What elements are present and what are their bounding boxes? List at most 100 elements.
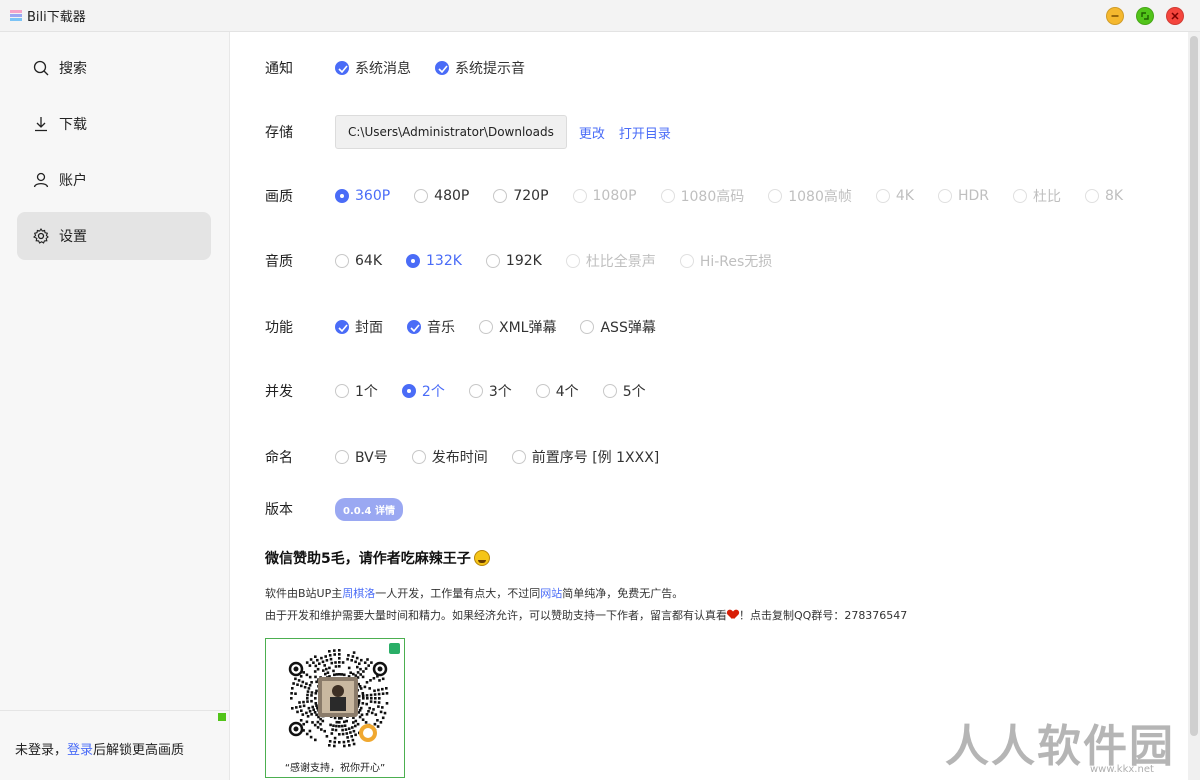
concurrency-label: 并发	[265, 384, 293, 400]
radio-empty-icon	[335, 450, 349, 464]
naming-radio-group: BV号 发布时间 前置序号 [例 1XXX]	[335, 447, 683, 467]
notify-label: 通知	[265, 61, 293, 77]
change-path-link[interactable]: 更改	[579, 123, 605, 142]
concurrency-option-0[interactable]: 1个	[335, 381, 378, 401]
radio-empty-icon	[602, 384, 617, 398]
audio-label: 音质	[265, 254, 293, 270]
search-icon	[33, 60, 49, 76]
feature-option-2[interactable]: XML弹幕	[479, 317, 556, 337]
quality-option-8: 杜比	[1013, 186, 1061, 206]
radio-selected-icon	[401, 384, 416, 398]
quality-radio-group: 360P 480P 720P 1080P 1080高码 1080高帧 4K HDR 杜比 8K	[335, 186, 1147, 206]
concurrency-row: 并发 1个 2个 3个 4个 5个	[265, 379, 670, 403]
minimize-button[interactable]	[1106, 7, 1124, 25]
radio-empty-icon	[572, 189, 587, 203]
features-checkbox-group: 封面 音乐 XML弹幕 ASS弹幕	[335, 317, 680, 337]
scrollbar-thumb[interactable]	[1190, 36, 1198, 736]
radio-empty-icon	[493, 189, 508, 203]
radio-empty-icon	[411, 450, 426, 464]
radio-empty-icon	[414, 189, 429, 203]
donate-title: 微信赞助5毛，请作者吃麻辣王子	[265, 548, 490, 568]
concurrency-option-1[interactable]: 2个	[401, 381, 445, 401]
feature-option-1[interactable]: 音乐	[407, 317, 455, 337]
radio-empty-icon	[335, 384, 349, 398]
radio-empty-icon	[485, 254, 500, 268]
notify-system-sound-checkbox[interactable]: 系统提示音	[435, 58, 525, 78]
radio-empty-icon	[511, 450, 526, 464]
notify-system-message-checkbox[interactable]: 系统消息	[335, 58, 411, 78]
quality-option-9: 8K	[1085, 186, 1123, 206]
naming-option-2[interactable]: 前置序号 [例 1XXX]	[511, 447, 659, 467]
storage-path-field[interactable]: C:\Users\Administrator\Downloads	[335, 115, 567, 149]
maximize-icon	[1141, 12, 1149, 20]
notify-row: 通知 系统消息 系统提示音	[265, 56, 549, 80]
audio-radio-group: 64K 132K 192K 杜比全景声 Hi-Res无损	[335, 251, 796, 271]
close-icon	[1171, 12, 1179, 20]
sidebar-item-label: 设置	[59, 229, 87, 245]
close-button[interactable]	[1166, 7, 1184, 25]
gear-icon	[33, 228, 49, 244]
radio-empty-icon	[660, 189, 675, 203]
radio-empty-icon	[565, 254, 580, 268]
sidebar-item-account[interactable]: 账户	[17, 156, 211, 204]
heart-icon	[728, 610, 738, 619]
concurrency-option-3[interactable]: 4个	[535, 381, 579, 401]
storage-row: 存储 C:\Users\Administrator\Downloads 更改 打…	[265, 115, 685, 149]
audio-option-2[interactable]: 192K	[485, 251, 542, 271]
login-bar: 未登录，登录后解锁更高画质	[0, 710, 230, 780]
checkbox-checked-icon	[435, 61, 449, 75]
radio-empty-icon	[768, 189, 783, 203]
app-logo-icon	[10, 9, 22, 22]
download-icon	[35, 117, 47, 132]
user-icon	[33, 172, 49, 188]
sidebar-item-label: 账户	[59, 173, 87, 189]
features-label: 功能	[265, 320, 293, 336]
version-label: 版本	[265, 502, 293, 518]
maximize-button[interactable]	[1136, 7, 1154, 25]
audio-row: 音质 64K 132K 192K 杜比全景声 Hi-Res无损	[265, 249, 796, 273]
sidebar-item-search[interactable]: 搜索	[17, 44, 211, 92]
quality-option-6: 4K	[875, 186, 914, 206]
radio-empty-icon	[875, 189, 890, 203]
features-row: 功能 封面 音乐 XML弹幕 ASS弹幕	[265, 315, 680, 339]
sidebar-item-label: 搜索	[59, 61, 87, 77]
login-link[interactable]: 登录	[67, 743, 93, 758]
feature-option-3[interactable]: ASS弹幕	[580, 317, 656, 337]
feature-option-0[interactable]: 封面	[335, 317, 383, 337]
concurrency-radio-group: 1个 2个 3个 4个 5个	[335, 381, 670, 401]
donate-description-2[interactable]: 由于开发和维护需要大量时间和精力。如果经济允许，可以赞助支持一下作者，留言都有认…	[265, 607, 907, 623]
naming-option-0[interactable]: BV号	[335, 447, 388, 467]
quality-label: 画质	[265, 189, 293, 205]
naming-label: 命名	[265, 450, 293, 466]
radio-empty-icon	[1013, 189, 1028, 203]
radio-empty-icon	[335, 254, 349, 268]
open-folder-link[interactable]: 打开目录	[619, 123, 671, 142]
vertical-scrollbar[interactable]	[1188, 32, 1200, 780]
checkbox-empty-icon	[580, 320, 595, 334]
checkbox-checked-icon	[407, 320, 421, 334]
quality-option-2[interactable]: 720P	[493, 186, 549, 206]
quality-option-0[interactable]: 360P	[335, 186, 390, 206]
title-bar: Bili下载器	[0, 0, 1200, 32]
radio-selected-icon	[335, 189, 349, 203]
audio-option-0[interactable]: 64K	[335, 251, 382, 271]
version-details-button[interactable]: 0.0.4 详情	[335, 497, 403, 521]
storage-label: 存储	[265, 125, 293, 141]
radio-empty-icon	[1085, 189, 1100, 203]
audio-option-4: Hi-Res无损	[679, 251, 772, 271]
checkbox-empty-icon	[479, 320, 493, 334]
settings-panel: 通知 系统消息 系统提示音 存储 C:\Users\Administrator\…	[230, 32, 1188, 780]
wechat-qr-card: “感谢支持，祝你开心”	[265, 638, 405, 778]
sidebar-item-settings[interactable]: 设置	[17, 212, 211, 260]
concurrency-option-2[interactable]: 3个	[468, 381, 512, 401]
naming-option-1[interactable]: 发布时间	[411, 447, 488, 467]
quality-option-1[interactable]: 480P	[414, 186, 469, 206]
naming-row: 命名 BV号 发布时间 前置序号 [例 1XXX]	[265, 445, 683, 469]
author-link[interactable]: 周棋洛	[342, 587, 375, 600]
audio-option-1[interactable]: 132K	[406, 251, 462, 271]
concurrency-option-4[interactable]: 5个	[602, 381, 646, 401]
sidebar-item-download[interactable]: 下载	[17, 100, 211, 148]
radio-selected-icon	[406, 254, 420, 268]
wechat-icon	[389, 643, 400, 654]
website-link[interactable]: 网站	[540, 587, 562, 600]
